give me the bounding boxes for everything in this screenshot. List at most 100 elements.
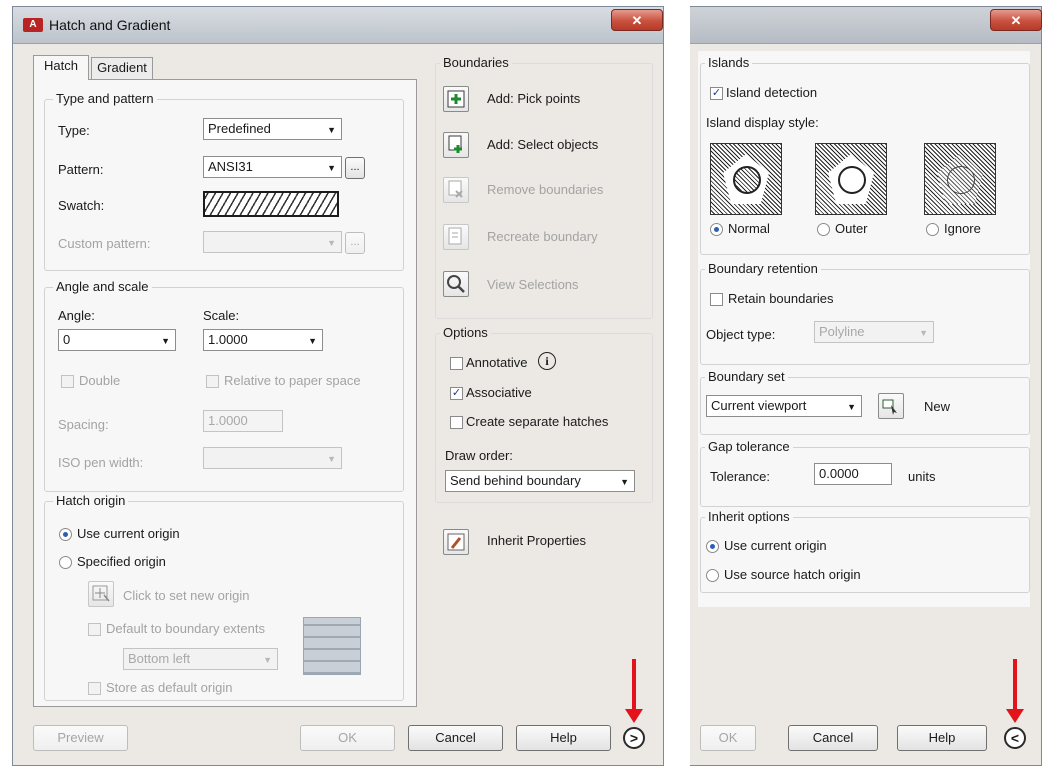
help-button[interactable]: Help <box>516 725 611 751</box>
view-selections-button[interactable] <box>443 271 469 297</box>
add-select-objects-button[interactable] <box>443 132 469 158</box>
pattern-browse-button[interactable]: ... <box>345 157 365 179</box>
store-default-origin-checkbox[interactable] <box>88 682 101 695</box>
cancel-button-right[interactable]: Cancel <box>788 725 878 751</box>
chevron-down-icon: ▼ <box>161 336 170 346</box>
recreate-boundary-button[interactable] <box>443 224 469 250</box>
boundary-set-title: Boundary set <box>705 369 788 384</box>
inherit-properties-button[interactable] <box>443 529 469 555</box>
more-options-expand-button[interactable]: > <box>623 727 645 749</box>
tab-hatch[interactable]: Hatch <box>33 55 89 80</box>
hatch-swatch-preview[interactable] <box>203 191 339 217</box>
spacing-input[interactable]: 1.0000 <box>203 410 283 432</box>
island-display-style-label: Island display style: <box>706 115 819 130</box>
retain-boundaries-checkbox[interactable] <box>710 293 723 306</box>
inherit-use-source-origin-radio[interactable] <box>706 569 719 582</box>
inherit-use-source-origin-label: Use source hatch origin <box>724 567 861 582</box>
iso-pen-width-label: ISO pen width: <box>58 455 144 470</box>
chevron-down-icon: ▼ <box>847 402 856 412</box>
store-default-origin-label: Store as default origin <box>106 680 233 695</box>
inherit-options-title: Inherit options <box>705 509 793 524</box>
island-normal-radio[interactable] <box>710 223 723 236</box>
inherit-properties-label[interactable]: Inherit Properties <box>487 533 586 548</box>
chevron-down-icon: ▼ <box>327 454 336 464</box>
preview-button[interactable]: Preview <box>33 725 128 751</box>
draw-order-select[interactable]: Send behind boundary ▼ <box>445 470 635 492</box>
create-separate-hatches-checkbox[interactable] <box>450 416 463 429</box>
island-normal-preview-icon[interactable] <box>710 143 782 215</box>
island-outer-preview-icon[interactable] <box>815 143 887 215</box>
new-boundary-set-button[interactable] <box>878 393 904 419</box>
use-current-origin-radio[interactable] <box>59 528 72 541</box>
boundary-retention-title: Boundary retention <box>705 261 821 276</box>
specified-origin-radio[interactable] <box>59 556 72 569</box>
spacing-label: Spacing: <box>58 417 109 432</box>
tab-gradient[interactable]: Gradient <box>91 57 153 79</box>
origin-position-value: Bottom left <box>128 651 191 666</box>
ok-button[interactable]: OK <box>300 725 395 751</box>
gap-tolerance-title: Gap tolerance <box>705 439 793 454</box>
title-bar[interactable]: A Hatch and Gradient ✕ <box>13 7 663 44</box>
view-selections-label[interactable]: View Selections <box>487 277 579 292</box>
red-arrow-indicator-right <box>1006 659 1024 723</box>
add-pick-points-button[interactable] <box>443 86 469 112</box>
more-options-panel: ✕ Islands ✓ Island detection Island disp… <box>690 6 1042 766</box>
ok-button-right[interactable]: OK <box>700 725 756 751</box>
use-current-origin-label: Use current origin <box>77 526 180 541</box>
associative-checkbox[interactable]: ✓ <box>450 387 463 400</box>
custom-pattern-select[interactable]: ▼ <box>203 231 342 253</box>
hatch-origin-title: Hatch origin <box>53 493 129 508</box>
iso-pen-width-select[interactable]: ▼ <box>203 447 342 469</box>
pattern-select[interactable]: ANSI31 ▼ <box>203 156 342 178</box>
island-normal-label: Normal <box>728 221 770 236</box>
add-pick-points-label[interactable]: Add: Pick points <box>487 91 580 106</box>
default-boundary-extents-label: Default to boundary extents <box>106 621 265 636</box>
island-ignore-radio[interactable] <box>926 223 939 236</box>
type-and-pattern-title: Type and pattern <box>53 91 157 106</box>
island-detection-checkbox[interactable]: ✓ <box>710 87 723 100</box>
island-outer-radio[interactable] <box>817 223 830 236</box>
click-to-set-origin-label: Click to set new origin <box>123 588 250 603</box>
island-detection-label: Island detection <box>726 85 818 100</box>
close-button-right[interactable]: ✕ <box>990 9 1042 31</box>
crosshair-origin-icon <box>92 585 110 602</box>
associative-label: Associative <box>466 385 532 400</box>
chevron-down-icon: ▼ <box>327 238 336 248</box>
object-type-value: Polyline <box>819 324 865 339</box>
tolerance-input[interactable]: 0.0000 <box>814 463 892 485</box>
chevron-down-icon: ▼ <box>919 328 928 338</box>
remove-boundaries-button[interactable] <box>443 177 469 203</box>
add-pick-points-icon <box>447 90 465 108</box>
boundary-set-select[interactable]: Current viewport ▼ <box>706 395 862 417</box>
remove-boundaries-label[interactable]: Remove boundaries <box>487 182 603 197</box>
magnifier-icon <box>447 275 465 293</box>
scale-select[interactable]: 1.0000 ▼ <box>203 329 323 351</box>
annotative-checkbox[interactable] <box>450 357 463 370</box>
origin-position-select[interactable]: Bottom left ▼ <box>123 648 278 670</box>
inherit-use-current-origin-radio[interactable] <box>706 540 719 553</box>
close-button[interactable]: ✕ <box>611 9 663 31</box>
new-label: New <box>924 399 951 414</box>
island-normal-core <box>733 166 761 194</box>
recreate-boundary-label[interactable]: Recreate boundary <box>487 229 598 244</box>
title-bar-right[interactable] <box>690 7 1041 44</box>
info-icon[interactable]: i <box>538 352 556 370</box>
chevron-down-icon: ▼ <box>308 336 317 346</box>
add-select-objects-label[interactable]: Add: Select objects <box>487 137 598 152</box>
default-boundary-extents-checkbox[interactable] <box>88 623 101 636</box>
boundary-retention-group: Boundary retention <box>700 261 1030 365</box>
fewer-options-collapse-button[interactable]: < <box>1004 727 1026 749</box>
relative-paper-space-checkbox[interactable] <box>206 375 219 388</box>
set-origin-button[interactable] <box>88 581 114 607</box>
angle-label: Angle: <box>58 308 95 323</box>
custom-pattern-browse-button[interactable]: ... <box>345 232 365 254</box>
island-ignore-preview-icon[interactable] <box>924 143 996 215</box>
object-type-select[interactable]: Polyline ▼ <box>814 321 934 343</box>
double-checkbox[interactable] <box>61 375 74 388</box>
recreate-boundary-icon <box>448 227 462 245</box>
type-select[interactable]: Predefined ▼ <box>203 118 342 140</box>
help-button-right[interactable]: Help <box>897 725 987 751</box>
cancel-button[interactable]: Cancel <box>408 725 503 751</box>
angle-select[interactable]: 0 ▼ <box>58 329 176 351</box>
remove-boundaries-icon <box>448 180 463 198</box>
